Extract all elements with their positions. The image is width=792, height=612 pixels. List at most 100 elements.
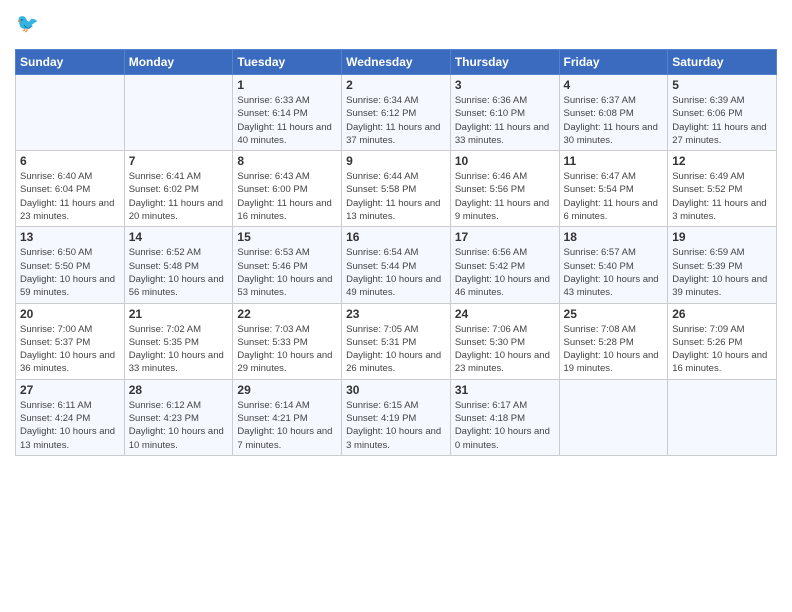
calendar-week-row: 13 Sunrise: 6:50 AM Sunset: 5:50 PM Dayli… <box>16 227 777 303</box>
col-header-thursday: Thursday <box>450 50 559 75</box>
calendar-header-row: SundayMondayTuesdayWednesdayThursdayFrid… <box>16 50 777 75</box>
day-info: Sunrise: 6:46 AM Sunset: 5:56 PM Dayligh… <box>455 170 555 223</box>
day-info: Sunrise: 6:33 AM Sunset: 6:14 PM Dayligh… <box>237 94 337 147</box>
calendar-cell: 14Sunrise: 6:52 AM Sunset: 5:48 PM Dayli… <box>124 227 233 303</box>
day-number: 15 <box>237 230 337 244</box>
day-info: Sunrise: 6:59 AM Sunset: 5:39 PM Dayligh… <box>672 246 772 299</box>
day-info: Sunrise: 6:41 AM Sunset: 6:02 PM Dayligh… <box>129 170 229 223</box>
day-number: 10 <box>455 154 555 168</box>
calendar-cell: 31 Sunrise: 6:17 AM Sunset: 4:18 PM Dayli… <box>450 379 559 455</box>
calendar-cell: 20 Sunrise: 7:00 AM Sunset: 5:37 PM Dayli… <box>16 303 125 379</box>
calendar-week-row: 1 Sunrise: 6:33 AM Sunset: 6:14 PM Daylig… <box>16 75 777 151</box>
day-number: 9 <box>346 154 446 168</box>
logo-bird-icon: 🐦 <box>15 10 43 38</box>
day-number: 3 <box>455 78 555 92</box>
col-header-sunday: Sunday <box>16 50 125 75</box>
day-info: Sunrise: 6:14 AM Sunset: 4:21 PM Dayligh… <box>237 399 337 452</box>
calendar-cell <box>124 75 233 151</box>
calendar-cell: 21 Sunrise: 7:02 AM Sunset: 5:35 PM Dayli… <box>124 303 233 379</box>
calendar-cell: 10 Sunrise: 6:46 AM Sunset: 5:56 PM Dayli… <box>450 151 559 227</box>
calendar-cell: 18 Sunrise: 6:57 AM Sunset: 5:40 PM Dayli… <box>559 227 668 303</box>
day-number: 31 <box>455 383 555 397</box>
col-header-tuesday: Tuesday <box>233 50 342 75</box>
day-number: 18 <box>564 230 664 244</box>
calendar-week-row: 27 Sunrise: 6:11 AM Sunset: 4:24 PM Dayli… <box>16 379 777 455</box>
calendar-week-row: 20 Sunrise: 7:00 AM Sunset: 5:37 PM Dayli… <box>16 303 777 379</box>
calendar-cell: 30 Sunrise: 6:15 AM Sunset: 4:19 PM Dayli… <box>342 379 451 455</box>
day-info: Sunrise: 6:49 AM Sunset: 5:52 PM Dayligh… <box>672 170 772 223</box>
calendar-cell: 24 Sunrise: 7:06 AM Sunset: 5:30 PM Dayli… <box>450 303 559 379</box>
day-number: 7 <box>129 154 229 168</box>
calendar-cell: 11Sunrise: 6:47 AM Sunset: 5:54 PM Dayli… <box>559 151 668 227</box>
day-number: 14 <box>129 230 229 244</box>
day-number: 25 <box>564 307 664 321</box>
day-info: Sunrise: 7:06 AM Sunset: 5:30 PM Dayligh… <box>455 323 555 376</box>
day-info: Sunrise: 6:57 AM Sunset: 5:40 PM Dayligh… <box>564 246 664 299</box>
day-number: 5 <box>672 78 772 92</box>
day-info: Sunrise: 7:09 AM Sunset: 5:26 PM Dayligh… <box>672 323 772 376</box>
calendar-cell: 17 Sunrise: 6:56 AM Sunset: 5:42 PM Dayli… <box>450 227 559 303</box>
day-info: Sunrise: 6:39 AM Sunset: 6:06 PM Dayligh… <box>672 94 772 147</box>
day-number: 11 <box>564 154 664 168</box>
calendar-cell: 9 Sunrise: 6:44 AM Sunset: 5:58 PM Daylig… <box>342 151 451 227</box>
day-info: Sunrise: 6:50 AM Sunset: 5:50 PM Dayligh… <box>20 246 120 299</box>
day-info: Sunrise: 7:02 AM Sunset: 5:35 PM Dayligh… <box>129 323 229 376</box>
svg-text:🐦: 🐦 <box>16 14 39 34</box>
calendar-cell: 19 Sunrise: 6:59 AM Sunset: 5:39 PM Dayli… <box>668 227 777 303</box>
col-header-saturday: Saturday <box>668 50 777 75</box>
day-info: Sunrise: 6:40 AM Sunset: 6:04 PM Dayligh… <box>20 170 120 223</box>
day-info: Sunrise: 6:37 AM Sunset: 6:08 PM Dayligh… <box>564 94 664 147</box>
calendar-cell: 27 Sunrise: 6:11 AM Sunset: 4:24 PM Dayli… <box>16 379 125 455</box>
calendar-cell: 6 Sunrise: 6:40 AM Sunset: 6:04 PM Daylig… <box>16 151 125 227</box>
calendar-cell: 2 Sunrise: 6:34 AM Sunset: 6:12 PM Daylig… <box>342 75 451 151</box>
calendar-cell: 3Sunrise: 6:36 AM Sunset: 6:10 PM Daylig… <box>450 75 559 151</box>
day-info: Sunrise: 7:03 AM Sunset: 5:33 PM Dayligh… <box>237 323 337 376</box>
day-info: Sunrise: 7:00 AM Sunset: 5:37 PM Dayligh… <box>20 323 120 376</box>
day-info: Sunrise: 6:34 AM Sunset: 6:12 PM Dayligh… <box>346 94 446 147</box>
calendar-cell <box>559 379 668 455</box>
day-number: 17 <box>455 230 555 244</box>
calendar-cell: 23Sunrise: 7:05 AM Sunset: 5:31 PM Dayli… <box>342 303 451 379</box>
calendar-cell: 1 Sunrise: 6:33 AM Sunset: 6:14 PM Daylig… <box>233 75 342 151</box>
day-info: Sunrise: 6:53 AM Sunset: 5:46 PM Dayligh… <box>237 246 337 299</box>
day-number: 26 <box>672 307 772 321</box>
day-number: 20 <box>20 307 120 321</box>
day-number: 21 <box>129 307 229 321</box>
day-number: 12 <box>672 154 772 168</box>
calendar-cell: 12 Sunrise: 6:49 AM Sunset: 5:52 PM Dayli… <box>668 151 777 227</box>
calendar-cell <box>16 75 125 151</box>
day-number: 30 <box>346 383 446 397</box>
calendar-cell: 15 Sunrise: 6:53 AM Sunset: 5:46 PM Dayli… <box>233 227 342 303</box>
day-number: 1 <box>237 78 337 92</box>
col-header-monday: Monday <box>124 50 233 75</box>
day-info: Sunrise: 6:12 AM Sunset: 4:23 PM Dayligh… <box>129 399 229 452</box>
header: 🐦 <box>15 10 777 43</box>
calendar-cell: 29 Sunrise: 6:14 AM Sunset: 4:21 PM Dayli… <box>233 379 342 455</box>
calendar-cell: 8Sunrise: 6:43 AM Sunset: 6:00 PM Daylig… <box>233 151 342 227</box>
day-number: 13 <box>20 230 120 244</box>
day-info: Sunrise: 6:56 AM Sunset: 5:42 PM Dayligh… <box>455 246 555 299</box>
day-info: Sunrise: 6:54 AM Sunset: 5:44 PM Dayligh… <box>346 246 446 299</box>
day-info: Sunrise: 7:08 AM Sunset: 5:28 PM Dayligh… <box>564 323 664 376</box>
day-number: 19 <box>672 230 772 244</box>
day-number: 24 <box>455 307 555 321</box>
day-info: Sunrise: 6:15 AM Sunset: 4:19 PM Dayligh… <box>346 399 446 452</box>
calendar-cell: 5 Sunrise: 6:39 AM Sunset: 6:06 PM Daylig… <box>668 75 777 151</box>
day-number: 29 <box>237 383 337 397</box>
calendar-cell: 16 Sunrise: 6:54 AM Sunset: 5:44 PM Dayli… <box>342 227 451 303</box>
day-info: Sunrise: 6:11 AM Sunset: 4:24 PM Dayligh… <box>20 399 120 452</box>
col-header-wednesday: Wednesday <box>342 50 451 75</box>
calendar-cell: 25 Sunrise: 7:08 AM Sunset: 5:28 PM Dayli… <box>559 303 668 379</box>
calendar-cell: 26 Sunrise: 7:09 AM Sunset: 5:26 PM Dayli… <box>668 303 777 379</box>
day-number: 22 <box>237 307 337 321</box>
day-number: 28 <box>129 383 229 397</box>
day-number: 2 <box>346 78 446 92</box>
calendar-cell: 7 Sunrise: 6:41 AM Sunset: 6:02 PM Daylig… <box>124 151 233 227</box>
calendar-table: SundayMondayTuesdayWednesdayThursdayFrid… <box>15 49 777 456</box>
day-info: Sunrise: 6:44 AM Sunset: 5:58 PM Dayligh… <box>346 170 446 223</box>
day-number: 27 <box>20 383 120 397</box>
day-number: 6 <box>20 154 120 168</box>
day-info: Sunrise: 6:17 AM Sunset: 4:18 PM Dayligh… <box>455 399 555 452</box>
day-info: Sunrise: 7:05 AM Sunset: 5:31 PM Dayligh… <box>346 323 446 376</box>
day-number: 16 <box>346 230 446 244</box>
